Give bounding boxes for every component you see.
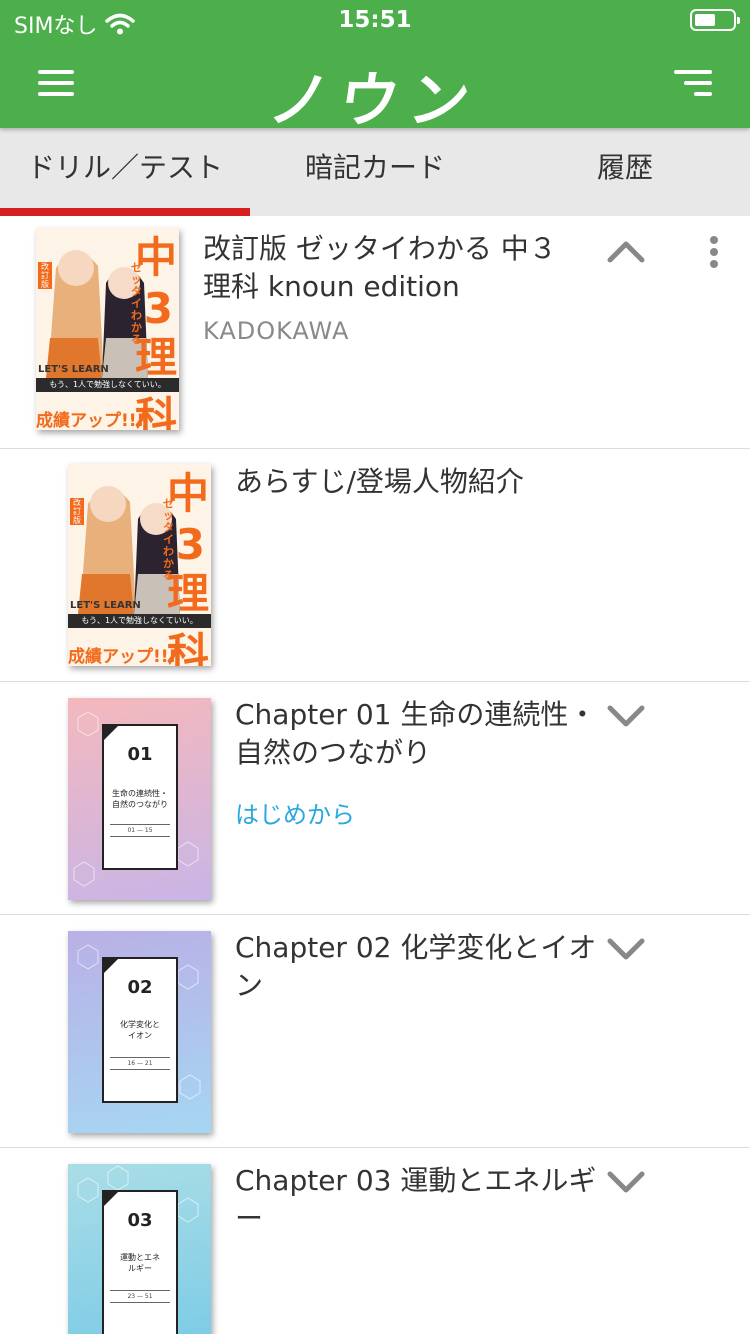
chevron-down-icon[interactable] <box>606 700 646 730</box>
chapter-title: Chapter 01 生命の連続性・自然のつながり <box>235 698 597 769</box>
chevron-down-icon[interactable] <box>606 1166 646 1196</box>
tab-history[interactable]: 履歴 <box>500 128 750 216</box>
more-vertical-icon[interactable] <box>706 236 722 276</box>
book-publisher: KADOKAWA <box>203 317 350 345</box>
chapter-number: 03 <box>127 1210 153 1231</box>
item-title: あらすじ/登場人物紹介 <box>235 465 524 498</box>
battery-icon <box>690 9 740 31</box>
cover-vertical-title: ゼッタイわかる <box>163 497 174 582</box>
chapter-pages: 23 — 51 <box>110 1290 170 1303</box>
cover-english: LET'S LEARN <box>70 600 141 611</box>
cover-vertical-title: ゼッタイわかる <box>131 261 142 346</box>
chapter-pages: 16 — 21 <box>110 1057 170 1070</box>
cover-footer: 成績アップ!!! <box>68 647 177 666</box>
chevron-up-icon[interactable] <box>606 236 646 266</box>
chapter-title: Chapter 03 運動とエネルギー <box>235 1164 597 1235</box>
app-screen: SIMなし 15:51 ノウン ドリル／テスト 暗記カード 履歴 中 3 理 ゼ… <box>0 0 750 1334</box>
tab-drill-test[interactable]: ドリル／テスト <box>0 128 250 216</box>
chapter-card: 03 運動とエネルギー 23 — 51 <box>102 1190 178 1334</box>
chapter-cover: 03 運動とエネルギー 23 — 51 <box>68 1164 211 1334</box>
book-title: 改訂版 ゼッタイわかる 中３理科 knoun edition <box>203 232 557 303</box>
app-logo: ノウン <box>264 66 485 136</box>
app-header: SIMなし 15:51 ノウン <box>0 0 750 136</box>
tab-bar: ドリル／テスト 暗記カード 履歴 <box>0 128 750 216</box>
status-bar: SIMなし 15:51 <box>0 0 750 40</box>
chapter-cover: 02 化学変化とイオン 16 — 21 <box>68 931 211 1133</box>
chevron-down-icon[interactable] <box>606 933 646 963</box>
cover-english: LET'S LEARN <box>38 364 109 375</box>
chapter-title: Chapter 02 化学変化とイオン <box>235 931 597 1002</box>
chapter-cover-text: 運動とエネルギー <box>120 1253 160 1273</box>
sort-icon[interactable] <box>674 70 712 96</box>
chapter-row[interactable]: 01 生命の連続性・自然のつながり 01 — 15 Chapter 01 生命の… <box>0 682 750 915</box>
cover-badge: 改訂版 <box>38 262 52 289</box>
book-cover: 中 3 理 ゼッタイわかる 改訂版 LET'S LEARN もう、1人で勉強しな… <box>36 228 179 430</box>
chapter-cover: 01 生命の連続性・自然のつながり 01 — 15 <box>68 698 211 900</box>
book-row[interactable]: 中 3 理 ゼッタイわかる 改訂版 LET'S LEARN もう、1人で勉強しな… <box>0 216 750 449</box>
content-list: 中 3 理 ゼッタイわかる 改訂版 LET'S LEARN もう、1人で勉強しな… <box>0 216 750 1334</box>
chapter-number: 02 <box>127 977 153 998</box>
synopsis-cover: 中 3 理 ゼッタイわかる 改訂版 LET'S LEARN もう、1人で勉強しな… <box>68 464 211 666</box>
chapter-card: 01 生命の連続性・自然のつながり 01 — 15 <box>102 724 178 870</box>
chapter-row[interactable]: 03 運動とエネルギー 23 — 51 Chapter 03 運動とエネルギー <box>0 1148 750 1334</box>
chapter-cover-text: 化学変化とイオン <box>120 1020 160 1040</box>
chapter-pages: 01 — 15 <box>110 824 170 837</box>
chapter-row[interactable]: 02 化学変化とイオン 16 — 21 Chapter 02 化学変化とイオン <box>0 915 750 1148</box>
list-item[interactable]: 中 3 理 ゼッタイわかる 改訂版 LET'S LEARN もう、1人で勉強しな… <box>0 449 750 829</box>
chapter-card: 02 化学変化とイオン 16 — 21 <box>102 957 178 1103</box>
status-time: 15:51 <box>338 7 412 33</box>
cover-badge: 改訂版 <box>70 498 84 525</box>
cover-footer: 成績アップ!!! <box>36 411 145 430</box>
chapter-number: 01 <box>127 744 153 765</box>
chapter-cover-text: 生命の連続性・自然のつながり <box>112 789 168 809</box>
tab-flashcards[interactable]: 暗記カード <box>250 128 500 216</box>
